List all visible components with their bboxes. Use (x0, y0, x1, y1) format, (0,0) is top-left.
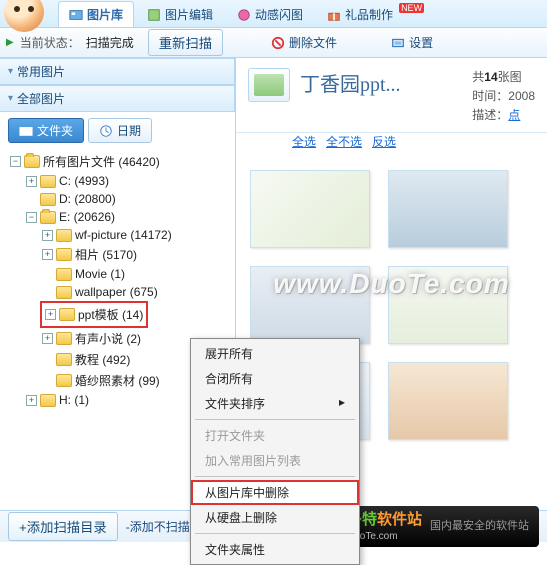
new-badge: NEW (399, 3, 424, 13)
select-none-link[interactable]: 全不选 (326, 133, 362, 150)
subtab-folder[interactable]: 文件夹 (8, 118, 84, 143)
folder-icon (56, 332, 72, 345)
folder-icon (40, 175, 56, 188)
thumbnail[interactable] (388, 362, 508, 440)
tree-folder-ppt[interactable]: +ppt模板 (14) (43, 304, 145, 325)
tab-label: 图片编辑 (165, 6, 213, 23)
thumbnail[interactable] (388, 266, 508, 344)
collapse-icon[interactable]: − (10, 156, 21, 167)
folder-icon (56, 353, 72, 366)
folder-icon (56, 229, 72, 242)
folder-title: 丁香园ppt... (300, 68, 401, 97)
flash-icon (237, 7, 251, 21)
select-invert-link[interactable]: 反选 (372, 133, 396, 150)
folder-icon (56, 374, 72, 387)
folder-icon (24, 155, 40, 168)
rescan-button[interactable]: 重新扫描 (148, 29, 223, 56)
chevron-down-icon: ▾ (8, 66, 13, 77)
gift-icon (327, 7, 341, 21)
collapse-icon[interactable]: − (26, 212, 37, 223)
duote-badge: 多特软件站 DuoTe.com 国内最安全的软件站 (337, 506, 539, 547)
tab-image-library[interactable]: 图片库 (58, 1, 134, 27)
folder-icon (40, 211, 56, 224)
context-menu: 展开所有 合闭所有 文件夹排序▸ 打开文件夹 加入常用图片列表 从图片库中删除 … (190, 338, 360, 565)
status-label: 当前状态： (20, 34, 80, 51)
tree-drive-c[interactable]: +C: (4993) (24, 172, 231, 190)
tree-folder-wallpaper[interactable]: wallpaper (675) (40, 283, 231, 301)
folder-icon (56, 268, 72, 281)
tab-label: 图片库 (87, 6, 123, 23)
all-pics-header[interactable]: ▾ 全部图片 (0, 85, 235, 112)
expand-icon[interactable]: + (42, 333, 53, 344)
add-scan-dir-button[interactable]: +添加扫描目录 (8, 512, 118, 541)
expand-icon[interactable]: + (26, 176, 37, 187)
play-icon: ▶ (6, 37, 14, 48)
tab-label: 礼品制作 (345, 6, 393, 23)
edit-icon (147, 7, 161, 21)
main-tabs: 图片库 图片编辑 动感闪图 礼品制作 NEW (58, 1, 435, 27)
folder-preview-icon (248, 68, 290, 102)
common-pics-header[interactable]: ▾ 常用图片 (0, 58, 235, 85)
clock-icon (99, 124, 113, 138)
settings-button[interactable]: 设置 (385, 31, 439, 54)
ctx-remove-from-disk[interactable]: 从硬盘上删除 (191, 505, 359, 530)
thumbnail[interactable] (388, 170, 508, 248)
subtab-date[interactable]: 日期 (88, 118, 152, 143)
settings-icon (391, 36, 405, 50)
tab-image-edit[interactable]: 图片编辑 (136, 1, 224, 27)
tab-gift[interactable]: 礼品制作 NEW (316, 1, 435, 27)
chevron-down-icon: ▾ (8, 93, 13, 104)
ctx-remove-from-library[interactable]: 从图片库中删除 (191, 480, 359, 505)
folder-icon (19, 124, 33, 138)
status-value: 扫描完成 (86, 34, 134, 51)
ctx-open-folder: 打开文件夹 (191, 423, 359, 448)
tab-label: 动感闪图 (255, 6, 303, 23)
delete-icon (271, 36, 285, 50)
tree-folder-movie[interactable]: Movie (1) (40, 265, 231, 283)
library-icon (69, 7, 83, 21)
tree-drive-d[interactable]: D: (20800) (24, 190, 231, 208)
expand-icon[interactable]: + (26, 395, 37, 406)
folder-icon (59, 308, 75, 321)
separator (195, 476, 355, 477)
delete-file-button[interactable]: 删除文件 (265, 31, 343, 54)
ctx-add-common: 加入常用图片列表 (191, 448, 359, 473)
folder-icon (40, 193, 56, 206)
folder-info: 共14张图 时间：2008 描述：点 (472, 68, 535, 126)
ctx-sort[interactable]: 文件夹排序▸ (191, 391, 359, 416)
folder-icon (40, 394, 56, 407)
separator (195, 533, 355, 534)
tree-folder-wf[interactable]: +wf-picture (14172) (40, 226, 231, 244)
tree-root[interactable]: − 所有图片文件 (46420) (8, 151, 231, 172)
expand-icon[interactable]: + (42, 249, 53, 260)
ctx-collapse-all[interactable]: 合闭所有 (191, 366, 359, 391)
folder-icon (56, 286, 72, 299)
expand-icon[interactable]: + (42, 230, 53, 241)
ctx-expand-all[interactable]: 展开所有 (191, 341, 359, 366)
expand-icon[interactable]: + (45, 309, 56, 320)
separator (195, 419, 355, 420)
tab-flash[interactable]: 动感闪图 (226, 1, 314, 27)
toolbar: ▶ 当前状态： 扫描完成 重新扫描 删除文件 设置 (0, 28, 547, 58)
select-all-link[interactable]: 全选 (292, 133, 316, 150)
folder-icon (56, 248, 72, 261)
tree-drive-e[interactable]: −E: (20626) (24, 208, 231, 226)
tree-folder-xiangpian[interactable]: +相片 (5170) (40, 244, 231, 265)
thumbnail[interactable] (250, 266, 370, 344)
mascot-avatar (4, 0, 44, 32)
thumbnail[interactable] (250, 170, 370, 248)
ctx-folder-props[interactable]: 文件夹属性 (191, 537, 359, 562)
